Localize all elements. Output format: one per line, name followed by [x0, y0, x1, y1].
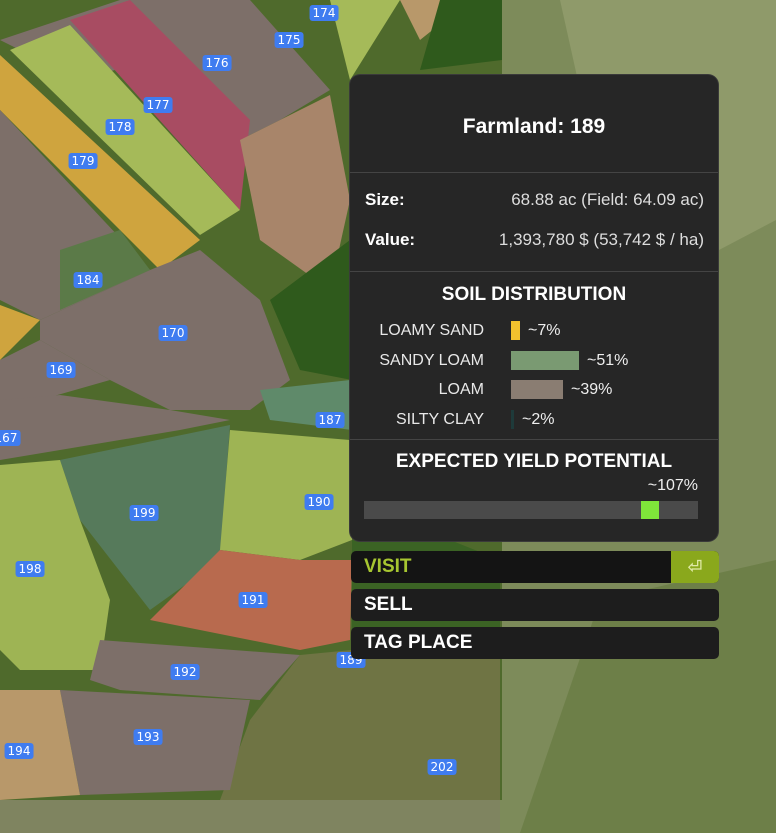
yield-percent: ~107%: [647, 477, 698, 494]
field-number-label[interactable]: 177: [143, 97, 173, 113]
soil-name: LOAM: [438, 381, 484, 398]
field-number-label[interactable]: 198: [15, 561, 45, 577]
farmland-info-panel: Farmland: 189 Size: 68.88 ac (Field: 64.…: [350, 75, 718, 541]
divider: [350, 172, 718, 173]
field-number-label[interactable]: 174: [309, 5, 339, 21]
value-label: Value:: [365, 230, 416, 249]
soil-percent: ~39%: [571, 381, 613, 398]
field-number-label[interactable]: 178: [105, 119, 135, 135]
tag-place-button[interactable]: TAG PLACE: [351, 627, 719, 659]
field-number-label[interactable]: 169: [46, 362, 76, 378]
visit-button[interactable]: VISIT ⏎: [351, 551, 719, 583]
sell-label: SELL: [364, 594, 413, 615]
soil-bar: [511, 321, 520, 340]
field-number-label[interactable]: 202: [427, 759, 457, 775]
field-number-label[interactable]: 175: [274, 32, 304, 48]
value-value: 1,393,780 $ (53,742 $ / ha): [498, 230, 704, 249]
field-number-label[interactable]: 193: [133, 729, 163, 745]
field-number-label[interactable]: 190: [304, 494, 334, 510]
soil-percent: ~51%: [587, 352, 629, 369]
soil-distribution-title: SOIL DISTRIBUTION: [441, 284, 627, 305]
soil-percent: ~7%: [528, 322, 561, 339]
field-number-label[interactable]: 194: [4, 743, 34, 759]
soil-name: SANDY LOAM: [379, 352, 484, 369]
enter-return-icon: ⏎: [671, 551, 719, 583]
yield-marker: [640, 501, 659, 519]
field-number-label[interactable]: 187: [315, 412, 345, 428]
size-label: Size:: [365, 190, 405, 209]
soil-percent: ~2%: [522, 411, 555, 428]
field-number-label[interactable]: 191: [238, 592, 268, 608]
soil-bar: [511, 410, 514, 429]
tag-place-label: TAG PLACE: [364, 632, 473, 653]
divider: [350, 271, 718, 272]
panel-title: Farmland: 189: [462, 115, 606, 138]
soil-bar: [511, 351, 579, 370]
yield-potential-title: EXPECTED YIELD POTENTIAL: [395, 451, 673, 472]
field-number-label[interactable]: 192: [170, 664, 200, 680]
size-value: 68.88 ac (Field: 64.09 ac): [511, 190, 704, 209]
field-number-label[interactable]: 176: [202, 55, 232, 71]
field-number-label[interactable]: 167: [0, 430, 21, 446]
soil-name: LOAMY SAND: [379, 322, 484, 339]
divider: [350, 439, 718, 440]
field-number-label[interactable]: 170: [158, 325, 188, 341]
sell-button[interactable]: SELL: [351, 589, 719, 621]
field-number-label[interactable]: 184: [73, 272, 103, 288]
soil-name: SILTY CLAY: [395, 411, 484, 428]
field-number-label[interactable]: 179: [68, 153, 98, 169]
visit-label: VISIT: [364, 556, 412, 577]
field-number-label[interactable]: 199: [129, 505, 159, 521]
soil-bar: [511, 380, 563, 399]
